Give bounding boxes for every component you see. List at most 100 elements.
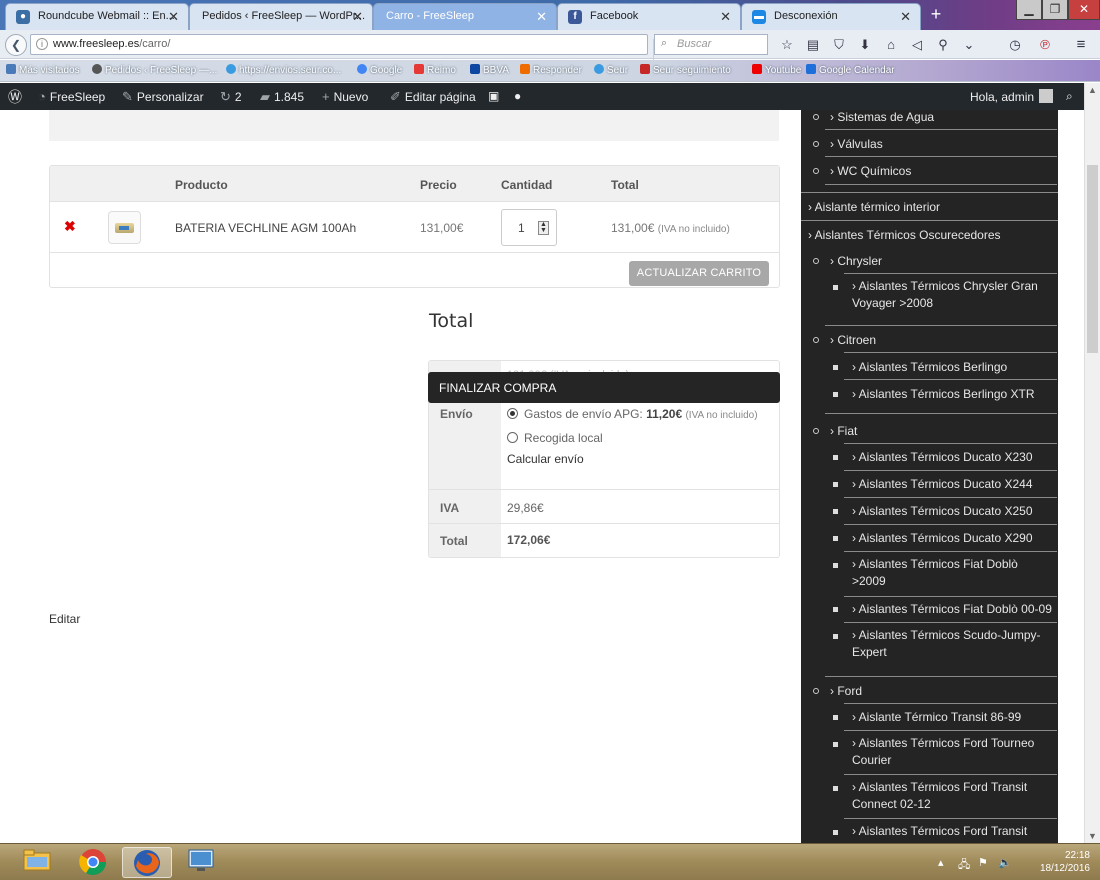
wordpress-icon[interactable]: Ⓦ	[8, 87, 22, 107]
action-center-icon[interactable]: ⚑	[978, 856, 988, 869]
admin-account-link[interactable]: Hola, admin	[970, 89, 1054, 104]
download-icon[interactable]: ⬇	[856, 36, 874, 54]
shipping-option-local[interactable]: Recogida local	[507, 431, 603, 445]
sidebar-item[interactable]: › Ford	[830, 684, 862, 698]
url-bar[interactable]: i www.freesleep.es/carro/ ↻	[30, 34, 672, 60]
reading-list-icon[interactable]: ▤	[804, 36, 822, 54]
sidebar-item[interactable]: › Aislantes Térmicos Berlingo XTR	[852, 387, 1035, 401]
sidebar-item[interactable]: › Chrysler	[830, 254, 882, 268]
product-thumbnail[interactable]	[108, 211, 141, 244]
sidebar-item[interactable]: › Aislantes Térmicos Fiat Doblò >2009	[852, 556, 1032, 590]
close-icon[interactable]: ✕	[536, 9, 547, 25]
remove-item-icon[interactable]: ✖	[64, 218, 76, 235]
product-name[interactable]: BATERIA VECHLINE AGM 100Ah	[175, 221, 356, 235]
bookmark-star-icon[interactable]: ☆	[778, 36, 796, 54]
bookmark-reimo[interactable]: Reimo	[414, 64, 456, 76]
tab-roundcube[interactable]: ● Roundcube Webmail :: En... ✕	[5, 3, 189, 30]
update-cart-button[interactable]: ACTUALIZAR CARRITO	[629, 261, 769, 286]
bookmark-seur[interactable]: Seur	[594, 64, 628, 76]
scroll-up-icon[interactable]: ▲	[1088, 85, 1097, 95]
status-dot-icon[interactable]: ●	[514, 89, 521, 103]
search-input[interactable]: ⌕ Buscar	[654, 34, 768, 55]
sidebar-item[interactable]: › Aislantes Térmicos Ford Transit Connec…	[852, 779, 1057, 813]
sidebar-item[interactable]: › Aislantes Térmicos Oscurecedores	[808, 228, 1001, 242]
sidebar-item[interactable]: › Aislantes Térmicos Ford Transit	[852, 824, 1027, 838]
sidebar-item[interactable]: › Aislantes Térmicos Ducato X290	[852, 531, 1033, 545]
tab-facebook[interactable]: f Facebook ✕	[557, 3, 741, 30]
bookmark-google-calendar[interactable]: Google Calendar	[806, 64, 895, 76]
maximize-icon[interactable]: ❐	[1042, 0, 1068, 20]
bookmark-seur-seguimiento[interactable]: Seur seguimiento	[640, 64, 731, 76]
sidebar-item[interactable]: › WC Químicos	[830, 164, 911, 178]
scrollbar-thumb[interactable]	[1087, 165, 1098, 353]
radio-apg[interactable]	[507, 408, 518, 419]
pinterest-icon[interactable]: ℗	[1036, 36, 1054, 54]
minimize-icon[interactable]: ▁	[1016, 0, 1042, 20]
edit-link[interactable]: Editar	[49, 612, 80, 626]
sidebar-item[interactable]: › Sistemas de Agua	[830, 110, 934, 124]
file-explorer-icon[interactable]	[12, 847, 62, 878]
system-clock[interactable]: 22:18 18/12/2016	[1040, 849, 1090, 875]
remote-desktop-icon[interactable]	[176, 847, 226, 878]
sidebar-item[interactable]: › Fiat	[830, 424, 857, 438]
shipping-option-apg[interactable]: Gastos de envío APG: 11,20€ (IVA no incl…	[507, 407, 758, 421]
bookmark-bbva[interactable]: BBVA	[470, 64, 509, 76]
sidebar-item[interactable]: › Citroen	[830, 333, 876, 347]
send-icon[interactable]: ◁	[908, 36, 926, 54]
sidebar-item[interactable]: › Aislante Térmico Transit 86-99	[852, 710, 1021, 724]
bookmark-seur-envios[interactable]: https://envios.seur.co...	[226, 64, 341, 76]
sidebar-item[interactable]: › Válvulas	[830, 137, 883, 151]
sidebar-item[interactable]: › Aislantes Térmicos Ford Tourneo Courie…	[852, 735, 1057, 769]
admin-comments-link[interactable]: ▰ 1.845	[260, 89, 304, 105]
quantity-stepper[interactable]: 1 ▲ ▼	[501, 209, 557, 246]
admin-new-link[interactable]: + Nuevo	[322, 89, 368, 104]
history-icon[interactable]: ◷	[1006, 36, 1024, 54]
admin-customize-link[interactable]: ✎ Personalizar	[122, 89, 204, 105]
search-icon[interactable]: ⌕	[1066, 89, 1073, 104]
sidebar-item[interactable]: › Aislante térmico interior	[808, 200, 940, 214]
bookmark-youtube[interactable]: Youtube	[752, 64, 801, 76]
info-icon[interactable]: i	[36, 38, 48, 50]
admin-edit-page-link[interactable]: ✐ Editar página	[390, 89, 476, 105]
extension-icon[interactable]: ⚲	[934, 36, 952, 54]
seo-icon[interactable]: ▣	[488, 89, 499, 103]
sidebar-item[interactable]: › Aislantes Térmicos Fiat Doblò 00-09	[852, 602, 1052, 616]
home-icon[interactable]: ⌂	[882, 36, 900, 54]
network-icon[interactable]: 🖧	[958, 856, 970, 875]
page-scrollbar[interactable]: ▲ ▼	[1084, 83, 1100, 843]
close-icon[interactable]: ✕	[168, 9, 179, 25]
admin-site-link[interactable]: ◔ FreeSleep	[38, 89, 105, 104]
firefox-icon[interactable]	[122, 847, 172, 878]
chrome-icon[interactable]	[68, 847, 118, 878]
menu-dropdown-icon[interactable]: ⌄	[960, 36, 978, 54]
close-icon[interactable]: ✕	[720, 9, 731, 25]
bookmark-responder[interactable]: Responder	[520, 64, 582, 76]
close-icon[interactable]: ✕	[900, 9, 911, 25]
radio-local-pickup[interactable]	[507, 432, 518, 443]
sidebar-item[interactable]: › Aislantes Térmicos Ducato X244	[852, 477, 1033, 491]
back-icon[interactable]: ❮	[5, 34, 27, 56]
pocket-icon[interactable]: ⛉	[830, 36, 848, 54]
admin-updates-link[interactable]: ↻ 2	[220, 89, 242, 105]
calculate-shipping-link[interactable]: Calcular envío	[507, 452, 584, 466]
close-window-icon[interactable]: ✕	[1068, 0, 1100, 20]
sidebar-item[interactable]: › Aislantes Térmicos Ducato X230	[852, 450, 1033, 464]
new-tab-button[interactable]: +	[922, 3, 950, 27]
sidebar-item[interactable]: › Aislantes Térmicos Berlingo	[852, 360, 1007, 374]
spinner-arrows-icon[interactable]: ▲ ▼	[538, 221, 549, 235]
scroll-down-icon[interactable]: ▼	[1088, 831, 1097, 841]
bookmark-google[interactable]: Google	[357, 64, 402, 76]
bookmark-mas-visitados[interactable]: Más visitados	[6, 64, 80, 76]
close-icon[interactable]: ✕	[352, 9, 363, 25]
sidebar-item[interactable]: › Aislantes Térmicos Ducato X250	[852, 504, 1033, 518]
tray-expand-icon[interactable]: ▴	[938, 856, 944, 869]
volume-icon[interactable]: 🔈	[998, 856, 1012, 869]
tab-desconexion[interactable]: ▬ Desconexión ✕	[741, 3, 921, 30]
checkout-tooltip[interactable]: FINALIZAR COMPRA	[428, 372, 780, 403]
sidebar-item[interactable]: › Aislantes Térmicos Chrysler Gran Voyag…	[852, 278, 1057, 312]
tab-pedidos[interactable]: Pedidos ‹ FreeSleep — WordPr... ✕	[189, 3, 373, 30]
hamburger-menu-icon[interactable]: ≡	[1072, 36, 1090, 54]
tab-carro[interactable]: Carro - FreeSleep ✕	[373, 3, 557, 30]
bookmark-pedidos[interactable]: Pedidos ‹ FreeSleep —...	[92, 64, 217, 76]
sidebar-item[interactable]: › Aislantes Térmicos Scudo-Jumpy-Expert	[852, 627, 1052, 661]
